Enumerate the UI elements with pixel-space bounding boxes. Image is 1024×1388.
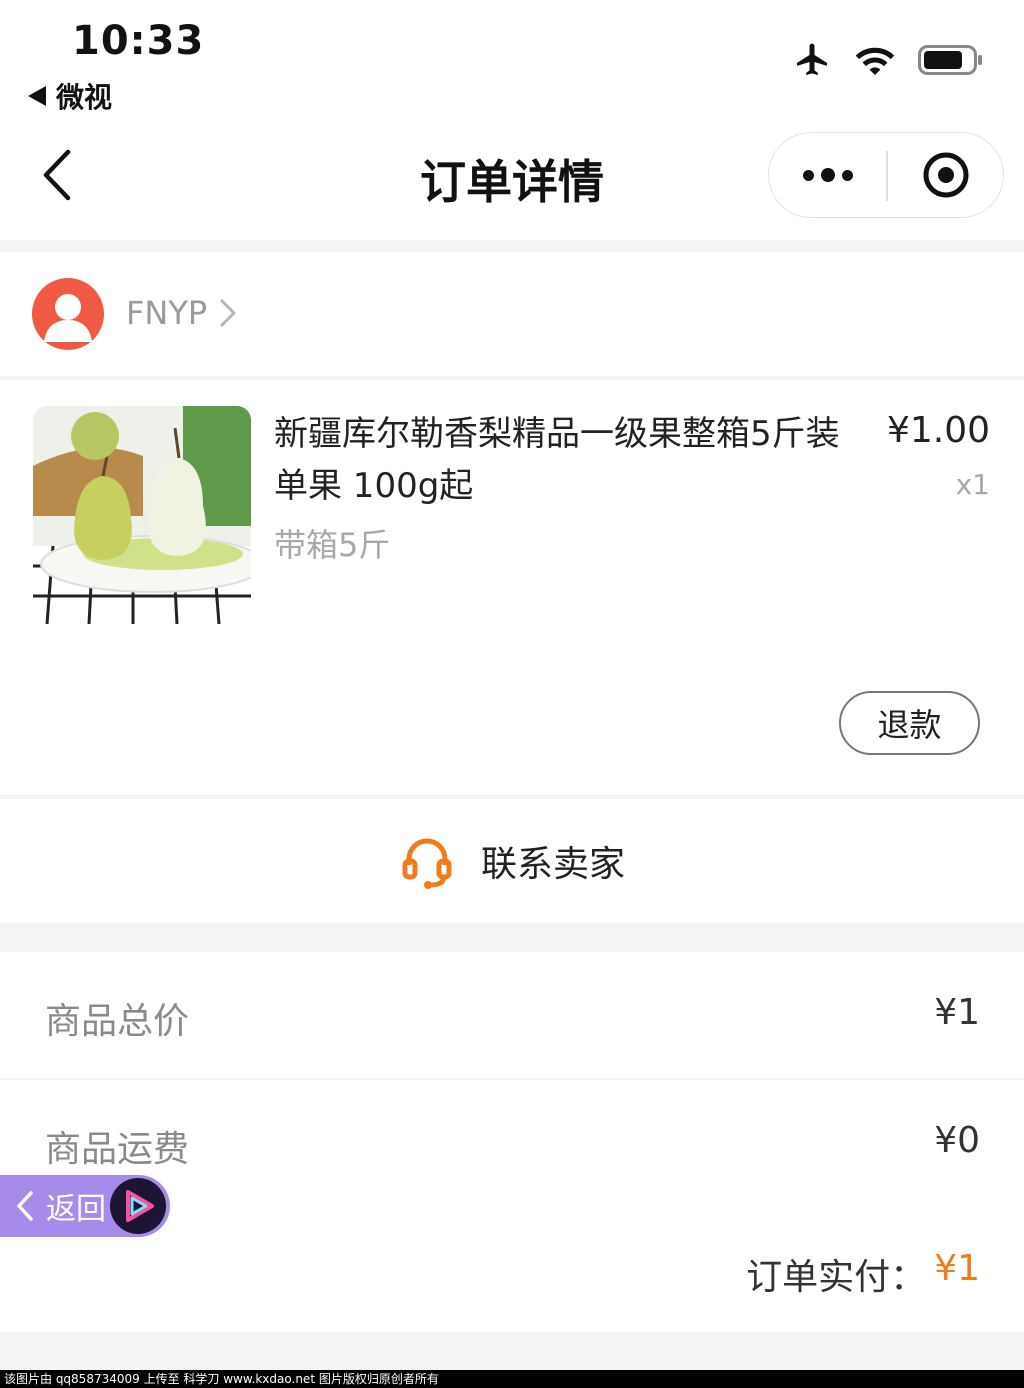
- user-icon: [44, 294, 92, 342]
- back-triangle-icon: [28, 86, 46, 106]
- refund-button[interactable]: 退款: [839, 691, 980, 755]
- status-time: 10:33: [72, 18, 205, 64]
- store-avatar: [32, 278, 104, 350]
- close-target-glyph: [923, 152, 968, 198]
- floating-return-button[interactable]: 返回: [0, 1175, 170, 1237]
- shipping-value: ¥0: [934, 1120, 980, 1161]
- headset-icon: [402, 838, 452, 889]
- chevron-left-icon: [17, 1191, 33, 1221]
- paid-total-label: 订单实付：: [746, 1257, 927, 1298]
- product-thumbnail[interactable]: [33, 406, 251, 624]
- goods-total-label: 商品总价: [45, 1001, 190, 1042]
- back-app-label: 微视: [56, 81, 113, 114]
- battery-icon: [918, 45, 982, 75]
- goods-total-row: 商品总价 ¥1: [0, 952, 1024, 1078]
- target-icon[interactable]: [888, 133, 1003, 217]
- product-title: 新疆库尔勒香梨精品一级果整箱5斤装单果 100g起: [274, 414, 840, 506]
- store-name: FNYP: [126, 294, 208, 332]
- contact-seller-button[interactable]: 联系卖家: [0, 798, 1024, 923]
- back-to-app-link[interactable]: 微视: [28, 76, 112, 116]
- more-icon[interactable]: [769, 133, 886, 217]
- shipping-label: 商品运费: [45, 1129, 190, 1170]
- status-icons: [792, 40, 984, 80]
- chevron-right-icon: [220, 299, 236, 327]
- paid-total-value: ¥1: [934, 1248, 980, 1289]
- floating-return-label: 返回: [46, 1192, 106, 1227]
- goods-total-value: ¥1: [934, 992, 980, 1033]
- wifi-icon: [855, 47, 895, 76]
- store-name-link[interactable]: FNYP: [126, 294, 237, 332]
- miniprogram-capsule: [768, 132, 1004, 218]
- airplane-icon: [797, 43, 827, 75]
- watermark-footer: 该图片由 qq858734009 上传至 科学刀 www.kxdao.net 图…: [0, 1370, 1024, 1388]
- product-quantity: x1: [955, 468, 990, 501]
- product-price: ¥1.00: [886, 410, 990, 451]
- contact-seller-label: 联系卖家: [480, 844, 625, 885]
- product-sku: 带箱5斤: [274, 526, 391, 564]
- pear-photo-illustration: [33, 406, 251, 624]
- weishi-logo-icon: [110, 1178, 166, 1234]
